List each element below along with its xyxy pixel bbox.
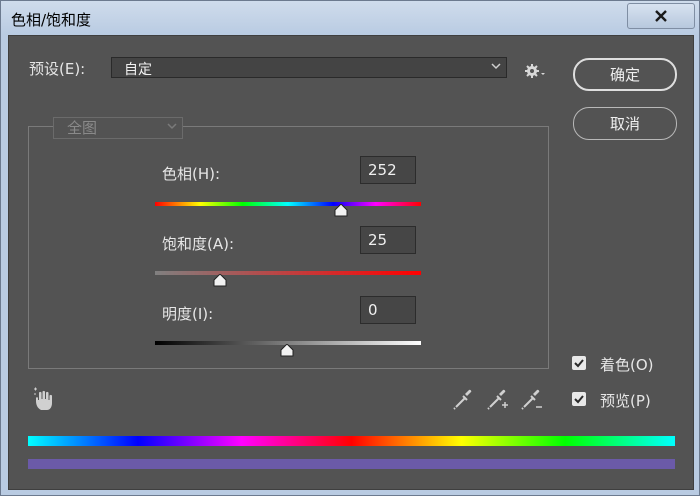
colorize-label[interactable]: 着色(O): [600, 354, 654, 375]
hue-label: 色相(H):: [162, 165, 221, 183]
saturation-label: 饱和度(A):: [162, 235, 235, 253]
ok-button[interactable]: 确定: [573, 58, 677, 91]
channel-value: 全图: [67, 119, 98, 137]
hue-slider-track[interactable]: [155, 202, 421, 206]
chevron-down-icon: [491, 63, 501, 70]
close-icon: [655, 10, 667, 22]
checkmark-icon: [574, 359, 584, 368]
eyedropper-minus-icon[interactable]: [519, 386, 543, 412]
preview-label[interactable]: 预览(P): [600, 390, 651, 411]
saturation-slider-thumb[interactable]: [213, 274, 227, 287]
hue-saturation-dialog: 色相/饱和度 预设(E): 自定 确定 取消 全图 色相(H): 252 饱和度…: [0, 0, 700, 496]
adjustment-group: [28, 126, 549, 369]
preview-checkbox[interactable]: [572, 392, 586, 406]
title-bar[interactable]: 色相/饱和度: [1, 1, 700, 35]
eyedropper-icon[interactable]: [451, 386, 475, 412]
lightness-label: 明度(I):: [162, 305, 214, 323]
eyedropper-plus-icon[interactable]: [485, 386, 509, 412]
lightness-input[interactable]: 0: [360, 296, 416, 324]
saturation-input[interactable]: 25: [360, 226, 416, 254]
close-button[interactable]: [627, 3, 695, 29]
colorized-result-bar: [28, 459, 675, 469]
colorize-checkbox[interactable]: [572, 356, 586, 370]
hue-spectrum-bar: [28, 436, 675, 446]
dialog-body: 预设(E): 自定 确定 取消 全图 色相(H): 252 饱和度(A): 25…: [8, 35, 694, 490]
hue-input[interactable]: 252: [360, 156, 416, 184]
preset-value: 自定: [124, 62, 152, 78]
hue-slider-thumb[interactable]: [334, 204, 348, 217]
channel-dropdown[interactable]: 全图: [53, 117, 183, 139]
gear-icon[interactable]: [523, 62, 547, 82]
preset-label: 预设(E):: [29, 60, 86, 78]
chevron-down-icon: [167, 123, 177, 130]
dialog-title: 色相/饱和度: [11, 11, 92, 29]
targeted-adjustment-hand-icon[interactable]: [32, 386, 56, 412]
saturation-slider-track[interactable]: [155, 271, 421, 275]
checkmark-icon: [574, 395, 584, 404]
preset-dropdown[interactable]: 自定: [111, 57, 507, 78]
cancel-button[interactable]: 取消: [573, 107, 677, 140]
lightness-slider-thumb[interactable]: [280, 344, 294, 357]
